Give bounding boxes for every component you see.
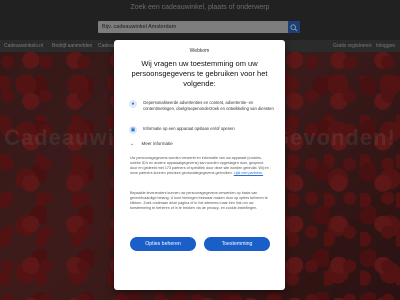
consent-button[interactable]: Toestemming [204, 237, 270, 251]
purpose-text: Informatie op een apparaat opslaan en/of… [143, 126, 235, 131]
chevron-down-icon: ⌄ [130, 141, 135, 147]
partners-link[interactable]: Lijst met partners. [234, 171, 263, 175]
consent-body-2: Bepaalde leveranciers kunnen uw persoons… [130, 191, 268, 210]
consent-title: Wij vragen uw toestemming om uw persoons… [131, 59, 268, 88]
more-info-label: Meer informatie [141, 141, 173, 146]
more-info-toggle[interactable]: ⌄ Meer informatie [130, 141, 173, 147]
site-name: Webkom [189, 48, 210, 54]
device-icon: ▣ [129, 126, 137, 134]
consent-body-1: Uw persoonsgegevens worden verwerkt en i… [130, 156, 269, 176]
purpose-device-storage: ▣ Informatie op een apparaat opslaan en/… [126, 126, 276, 136]
person-icon: ● [129, 100, 137, 108]
purpose-personalised-ads: ● Gepersonaliseerde advertenties en cont… [126, 100, 276, 126]
consent-dialog: Webkom Wij vragen uw toestemming om uw p… [114, 40, 285, 290]
purpose-text: Gepersonaliseerde advertenties en conten… [143, 100, 274, 111]
manage-options-button[interactable]: Opties beheren [130, 237, 196, 251]
